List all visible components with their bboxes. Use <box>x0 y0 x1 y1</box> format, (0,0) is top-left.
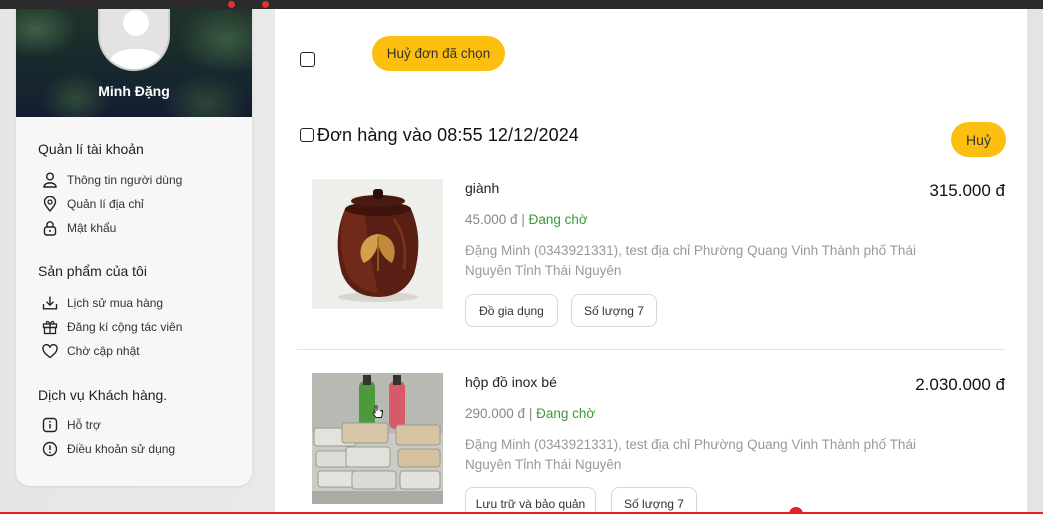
sidebar-item-purchase-history[interactable]: Lịch sử mua hàng <box>42 294 163 312</box>
account-orders-page: Minh Đặng Quản lí tài khoản Thông tin ng… <box>0 9 1043 514</box>
category-tag[interactable]: Đồ gia dụng <box>465 294 558 327</box>
alert-circle-icon <box>42 441 58 457</box>
sidebar-item-label: Quản lí địa chỉ <box>67 197 144 211</box>
quantity-tag: Số lượng 7 <box>611 487 697 514</box>
recording-dot-icon <box>228 1 235 8</box>
ceramic-jar-image <box>312 179 443 309</box>
default-avatar-icon <box>110 10 162 69</box>
status-badge: Đang chờ <box>536 406 596 421</box>
status-badge: Đang chờ <box>528 212 588 227</box>
sidebar-item-label: Chờ cập nhật <box>67 344 140 358</box>
shipping-address: Đặng Minh (0343921331), test địa chỉ Phư… <box>465 437 916 472</box>
avatar[interactable] <box>98 9 170 71</box>
video-progress-handle[interactable] <box>789 507 803 514</box>
heart-icon <box>42 343 58 359</box>
lock-icon <box>42 220 58 236</box>
sidebar-item-password[interactable]: Mật khẩu <box>42 219 116 237</box>
sidebar-item-label: Thông tin người dùng <box>67 173 183 187</box>
sidebar-item-terms[interactable]: Điều khoản sử dụng <box>42 440 175 458</box>
order-title: Đơn hàng vào 08:55 12/12/2024 <box>317 125 579 145</box>
category-tag[interactable]: Lưu trữ và bảo quản <box>465 487 596 514</box>
orders-panel: Huỷ đơn đã chọn Đơn hàng vào 08:55 12/12… <box>275 9 1027 514</box>
sidebar-item-support[interactable]: Hỗ trợ <box>42 416 101 434</box>
product-image-containers[interactable] <box>312 373 443 504</box>
item-total-price: 2.030.000 đ <box>915 375 1005 394</box>
sidebar-item-label: Lịch sử mua hàng <box>67 296 164 310</box>
order-checkbox[interactable] <box>300 128 314 142</box>
account-sidebar: Minh Đặng Quản lí tài khoản Thông tin ng… <box>16 9 252 486</box>
browser-top-bar <box>0 0 1043 9</box>
download-tray-icon <box>42 295 58 311</box>
location-pin-icon <box>42 196 58 212</box>
profile-name: Minh Đặng <box>98 83 170 99</box>
product-image-jar[interactable] <box>312 179 443 309</box>
section-title-my-products: Sản phẩm của tôi <box>38 263 147 279</box>
cancel-selected-orders-button[interactable]: Huỷ đơn đã chọn <box>372 36 505 71</box>
cancel-order-button[interactable]: Huỷ <box>951 122 1006 157</box>
price-separator: | <box>517 212 529 227</box>
section-title-account: Quản lí tài khoản <box>38 141 144 157</box>
sidebar-item-user-info[interactable]: Thông tin người dùng <box>42 171 182 189</box>
sidebar-item-label: Hỗ trợ <box>67 418 101 432</box>
gift-icon <box>42 319 58 335</box>
unit-price-line: 45.000 đ | Đang chờ <box>465 212 588 227</box>
unit-price: 45.000 đ <box>465 212 518 227</box>
unit-price: 290.000 đ <box>465 406 526 421</box>
info-square-icon <box>42 417 58 433</box>
unit-price-line: 290.000 đ | Đang chờ <box>465 406 595 421</box>
shipping-address: Đặng Minh (0343921331), test địa chỉ Phư… <box>465 243 916 278</box>
quantity-tag: Số lượng 7 <box>571 294 657 327</box>
item-total-price: 315.000 đ <box>929 181 1005 200</box>
product-name[interactable]: giành <box>465 180 499 196</box>
item-divider <box>297 349 1005 350</box>
sidebar-item-label: Mật khẩu <box>67 221 117 235</box>
sidebar-item-pending-update[interactable]: Chờ cập nhật <box>42 342 140 360</box>
sidebar-item-address[interactable]: Quản lí địa chỉ <box>42 195 144 213</box>
sidebar-item-register-partner[interactable]: Đăng kí cộng tác viên <box>42 318 182 336</box>
section-title-customer-service: Dịch vụ Khách hàng. <box>38 387 168 403</box>
profile-header: Minh Đặng <box>16 9 252 117</box>
sidebar-item-label: Đăng kí cộng tác viên <box>67 320 183 334</box>
mouse-cursor-icon <box>372 405 383 418</box>
product-name[interactable]: hộp đồ inox bé <box>465 374 557 390</box>
recording-dot-icon <box>262 1 269 8</box>
sidebar-item-label: Điều khoản sử dụng <box>67 442 176 456</box>
user-icon <box>42 172 58 188</box>
select-all-checkbox[interactable] <box>300 52 315 67</box>
price-separator: | <box>525 406 537 421</box>
stainless-containers-image <box>312 373 443 504</box>
